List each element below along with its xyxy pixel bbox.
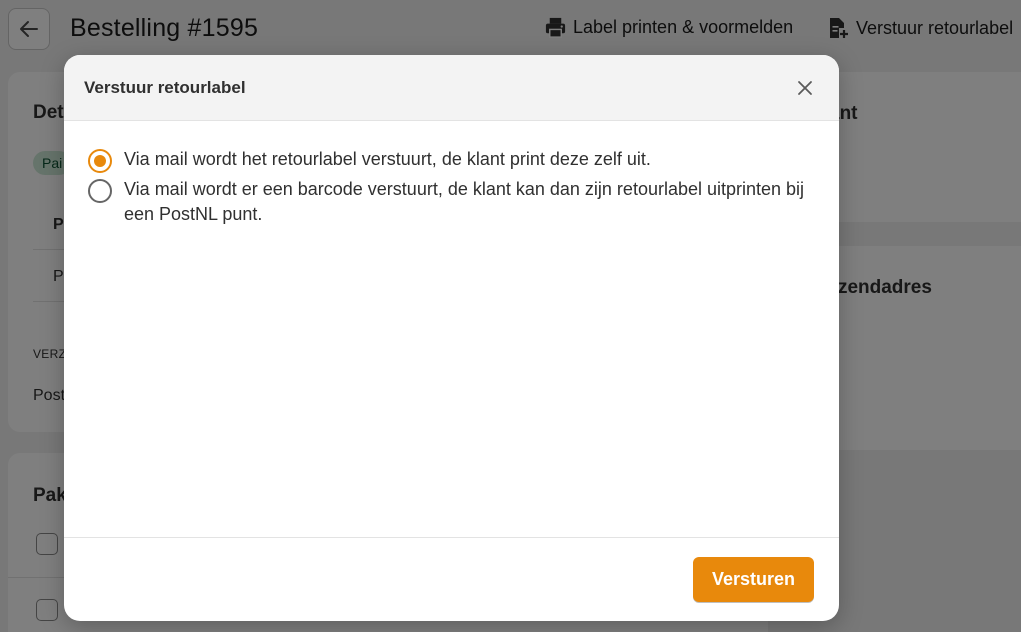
option-barcode-text: Via mail wordt er een barcode verstuurt,… bbox=[124, 179, 805, 224]
option-email-label-text: Via mail wordt het retourlabel verstuurt… bbox=[124, 149, 651, 169]
radio-email-label[interactable] bbox=[88, 149, 112, 173]
return-label-modal: Verstuur retourlabel Via mail wordt het … bbox=[64, 55, 839, 621]
close-button[interactable] bbox=[791, 74, 819, 102]
radio-barcode[interactable] bbox=[88, 179, 112, 203]
modal-body: Via mail wordt het retourlabel verstuurt… bbox=[64, 121, 839, 537]
option-email-label[interactable]: Via mail wordt het retourlabel verstuurt… bbox=[88, 149, 815, 173]
option-barcode[interactable]: Via mail wordt er een barcode verstuurt,… bbox=[88, 179, 815, 227]
modal-footer: Versturen bbox=[64, 537, 839, 621]
submit-button[interactable]: Versturen bbox=[692, 557, 814, 602]
modal-title: Verstuur retourlabel bbox=[84, 77, 246, 97]
close-icon bbox=[798, 80, 812, 95]
modal-header: Verstuur retourlabel bbox=[64, 55, 839, 121]
radio-selected-dot bbox=[94, 155, 106, 167]
